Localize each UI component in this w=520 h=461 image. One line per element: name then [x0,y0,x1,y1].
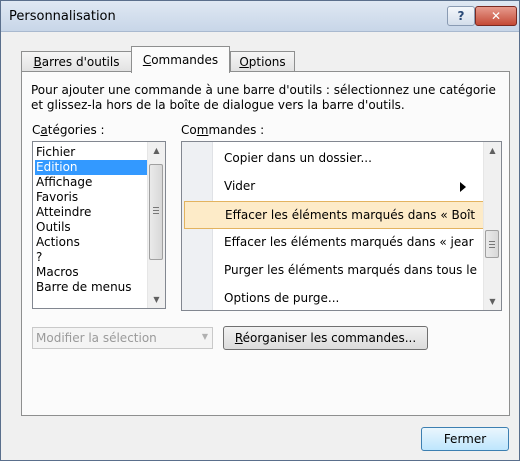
grip-line [153,207,159,208]
tab-accel: O [239,55,249,69]
categories-scrollbar[interactable]: ▲ ▼ [147,142,165,308]
scroll-down-icon[interactable]: ▼ [484,293,501,310]
title-bar[interactable]: Personnalisation ? ✕ [1,1,519,32]
category-item[interactable]: Fichier [35,145,75,160]
scroll-thumb[interactable] [149,164,163,260]
command-item[interactable]: Copier dans un dossier... [184,145,484,173]
category-item-selected[interactable]: Edition [35,160,149,175]
command-label: Copier dans un dossier... [224,151,372,165]
tab-label: ptions [248,55,286,69]
grip-line [153,210,159,211]
command-label: Effacer les éléments marqués dans « jear [224,235,474,249]
close-dialog-button[interactable]: Fermer [421,427,509,451]
commands-label-post: mandes : [208,123,265,137]
command-label: Vider [224,179,256,193]
command-item[interactable]: Effacer les éléments marqués dans « jear [184,229,484,257]
command-item[interactable]: Purger les éléments marqués dans tous le [184,257,484,285]
grip-line [489,247,495,248]
tab-accel: B [33,55,42,69]
categories-listbox[interactable]: Fichier Edition Affichage Favoris Attein… [32,141,166,309]
category-item[interactable]: Favoris [35,190,78,205]
grip-line [153,213,159,214]
command-item-selected[interactable]: Effacer les éléments marqués dans « Boît [184,201,484,229]
tab-label: ommandes [151,53,219,67]
categories-label-accel: a [40,123,48,137]
reorganize-accel: R [234,331,243,345]
close-button[interactable]: ✕ [475,6,517,26]
category-item[interactable]: Barre de menus [35,280,132,295]
commands-label-accel: m [196,123,209,137]
category-item[interactable]: Affichage [35,175,92,190]
command-label: Effacer les éléments marqués dans « Boît [225,208,476,222]
grip-line [489,241,495,242]
category-item[interactable]: Macros [35,265,79,280]
help-button[interactable]: ? [447,6,475,26]
scroll-down-icon[interactable]: ▼ [148,291,165,308]
category-item[interactable]: Atteindre [35,205,91,220]
tab-label: arres d'outils [41,55,120,69]
scroll-up-icon[interactable]: ▲ [484,142,501,159]
command-item[interactable]: Options de purge... [184,285,484,310]
close-icon: ✕ [490,9,502,23]
window-title: Personnalisation [9,9,116,24]
category-item[interactable]: Actions [35,235,80,250]
tab-accel: C [142,53,152,67]
command-label: Purger les éléments marqués dans tous le [224,263,477,277]
customize-dialog: Personnalisation ? ✕ Barres d'outils Com… [0,0,520,461]
categories-label-post: tégories : [47,123,105,137]
commands-label-pre: Co [181,123,197,137]
modify-selection-dropdown[interactable]: Modifier la sélection ▼ [32,327,213,349]
category-item[interactable]: Outils [35,220,71,235]
category-item[interactable]: ? [35,250,42,265]
tab-commandes[interactable]: Commandes [131,46,230,73]
commands-label: Commandes : [181,123,264,137]
reorganize-label: éorganiser les commandes... [242,331,417,345]
categories-label: Catégories : [32,123,105,137]
commands-listbox[interactable]: Copier dans un dossier... Vider Effacer … [181,141,502,311]
grip-line [489,244,495,245]
instructions-text: Pour ajouter une commande à une barre d'… [31,83,496,112]
scroll-up-icon[interactable]: ▲ [148,142,165,159]
scroll-thumb[interactable] [485,230,499,258]
chevron-down-icon: ▼ [201,332,208,341]
command-item[interactable]: Vider [184,173,484,201]
modify-selection-value: Modifier la sélection [36,331,157,345]
commands-scrollbar[interactable]: ▲ ▼ [483,142,501,310]
help-icon: ? [457,9,465,23]
command-label: Options de purge... [224,291,340,305]
submenu-arrow-icon [460,182,466,192]
reorganize-commands-button[interactable]: Réorganiser les commandes... [223,326,428,350]
tab-barres-d-outils[interactable]: Barres d'outils [21,51,132,71]
tab-options[interactable]: Options [230,51,295,71]
